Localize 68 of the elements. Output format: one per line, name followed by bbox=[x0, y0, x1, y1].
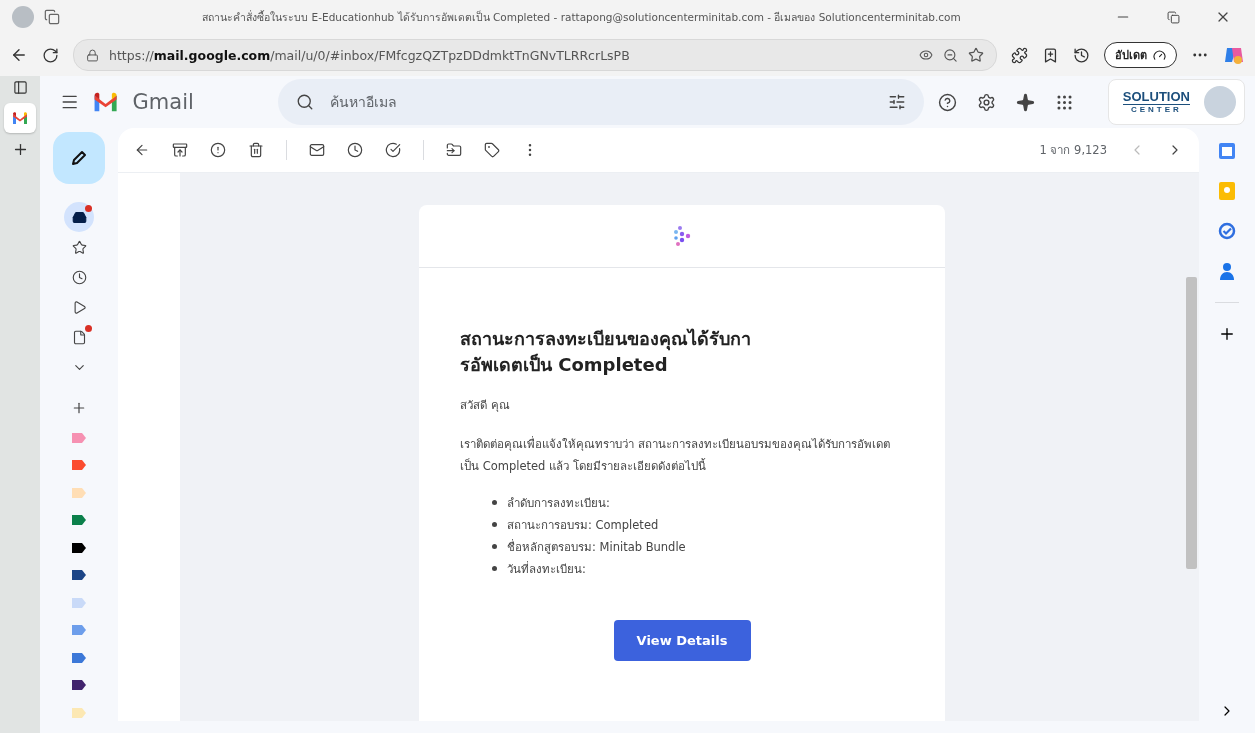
nav-item[interactable] bbox=[64, 202, 94, 232]
check-circle-icon[interactable] bbox=[1218, 222, 1236, 240]
clock-icon bbox=[71, 269, 87, 285]
browser-tab[interactable] bbox=[4, 103, 36, 133]
add-icon[interactable] bbox=[1218, 325, 1236, 343]
eye-icon[interactable] bbox=[919, 48, 933, 62]
pencil-icon bbox=[70, 149, 88, 167]
label-tag-icon[interactable] bbox=[72, 542, 86, 553]
favorites-icon[interactable] bbox=[1042, 46, 1059, 64]
add-label-icon[interactable] bbox=[71, 400, 87, 416]
bullet-dot bbox=[492, 522, 497, 528]
message-counter: 1 จาก 9,123 bbox=[1039, 142, 1107, 159]
label-tag-icon[interactable] bbox=[72, 570, 86, 581]
view-details-button[interactable]: View Details bbox=[613, 619, 751, 661]
zoom-out-icon[interactable] bbox=[943, 47, 958, 63]
detail-text: สถานะการอบรม: Completed bbox=[507, 516, 659, 534]
puzzle-icon[interactable] bbox=[1011, 46, 1028, 64]
lock-icon[interactable] bbox=[86, 48, 99, 62]
gauge-icon bbox=[1153, 48, 1166, 62]
check-circle-icon[interactable] bbox=[385, 142, 401, 158]
update-button[interactable]: อัปเดต bbox=[1104, 42, 1177, 68]
greeting-text: สวัสดี คุณ bbox=[460, 397, 511, 415]
clock-icon[interactable] bbox=[347, 142, 363, 158]
trash-icon[interactable] bbox=[248, 142, 264, 158]
sparkle-icon[interactable] bbox=[1015, 92, 1035, 112]
tab-actions-icon[interactable] bbox=[44, 9, 60, 25]
person-icon[interactable] bbox=[1220, 262, 1234, 280]
compose-button[interactable] bbox=[53, 132, 105, 184]
archive-icon[interactable] bbox=[172, 142, 188, 158]
gmail-logo-icon[interactable] bbox=[12, 112, 28, 124]
brand-subtitle: CENTER bbox=[1130, 104, 1182, 114]
filter-sliders-icon[interactable] bbox=[887, 93, 906, 111]
star-icon[interactable] bbox=[968, 47, 984, 63]
star-icon bbox=[71, 239, 87, 255]
reload-icon[interactable] bbox=[42, 46, 59, 64]
calendar-icon[interactable] bbox=[1218, 142, 1236, 160]
restore-icon[interactable] bbox=[1166, 10, 1180, 24]
bullet-dot bbox=[492, 566, 497, 572]
search-bar[interactable]: ค้นหาอีเมล bbox=[277, 79, 924, 125]
window-title: สถานะคำสั่งซื้อในระบบ E-Educationhub ได้รับการอัพเดตเป็น Completed - rattapong@solutioncenterminitab.com - อีเมลของ Solutioncenterminitab.com bbox=[201, 9, 962, 25]
email-heading: สถานะการลงทะเบียนของคุณได้รับกา รอัพเดตเป็น Completed bbox=[460, 327, 752, 378]
detail-text: ลำดับการลงทะเบียน: bbox=[507, 494, 610, 512]
inbox-icon bbox=[71, 209, 87, 225]
help-icon[interactable] bbox=[937, 92, 957, 112]
brand-name: SOLUTION bbox=[1122, 90, 1190, 105]
settings-icon[interactable] bbox=[976, 92, 996, 112]
label-tag-icon[interactable] bbox=[72, 680, 86, 691]
search-field[interactable]: ค้นหาอีเมล bbox=[327, 93, 874, 111]
sidebar-icon[interactable] bbox=[12, 80, 28, 95]
gmail-logo-icon[interactable] bbox=[93, 92, 119, 112]
bullet-dot bbox=[492, 544, 497, 550]
scrollbar-thumb[interactable] bbox=[1186, 277, 1197, 569]
document-icon bbox=[71, 329, 87, 345]
apps-grid-icon[interactable] bbox=[1054, 92, 1074, 112]
alert-icon[interactable] bbox=[210, 142, 226, 158]
address-bar[interactable]: https://mail.google.com/mail/u/0/#inbox/FMfcgzQZTpzDDdmktTnGNvTLRRcrLsPB bbox=[73, 39, 997, 71]
folder-icon[interactable] bbox=[446, 142, 462, 158]
detail-text: วันที่ลงทะเบียน: bbox=[507, 560, 586, 578]
envelope-icon[interactable] bbox=[309, 142, 325, 158]
body-paragraph: เราติดต่อคุณเพื่อแจ้งให้คุณทราบว่า สถานะการลงทะเบียนอบรมของคุณได้รับการอัพเดตเป็น Completed แล้ว โดยมีรายละเอียดดังต่อไปนี้ bbox=[460, 435, 891, 476]
brand-card[interactable]: SOLUTION CENTER bbox=[1107, 79, 1245, 125]
play-triangle-icon bbox=[71, 299, 87, 315]
search-icon[interactable] bbox=[295, 93, 314, 111]
tag-icon[interactable] bbox=[484, 142, 500, 158]
history-icon[interactable] bbox=[1073, 46, 1090, 64]
detail-text: ชื่อหลักสูตรอบรม: Minitab Bundle bbox=[507, 538, 686, 556]
bullet-dot bbox=[492, 500, 497, 506]
product-name: Gmail bbox=[132, 90, 194, 114]
